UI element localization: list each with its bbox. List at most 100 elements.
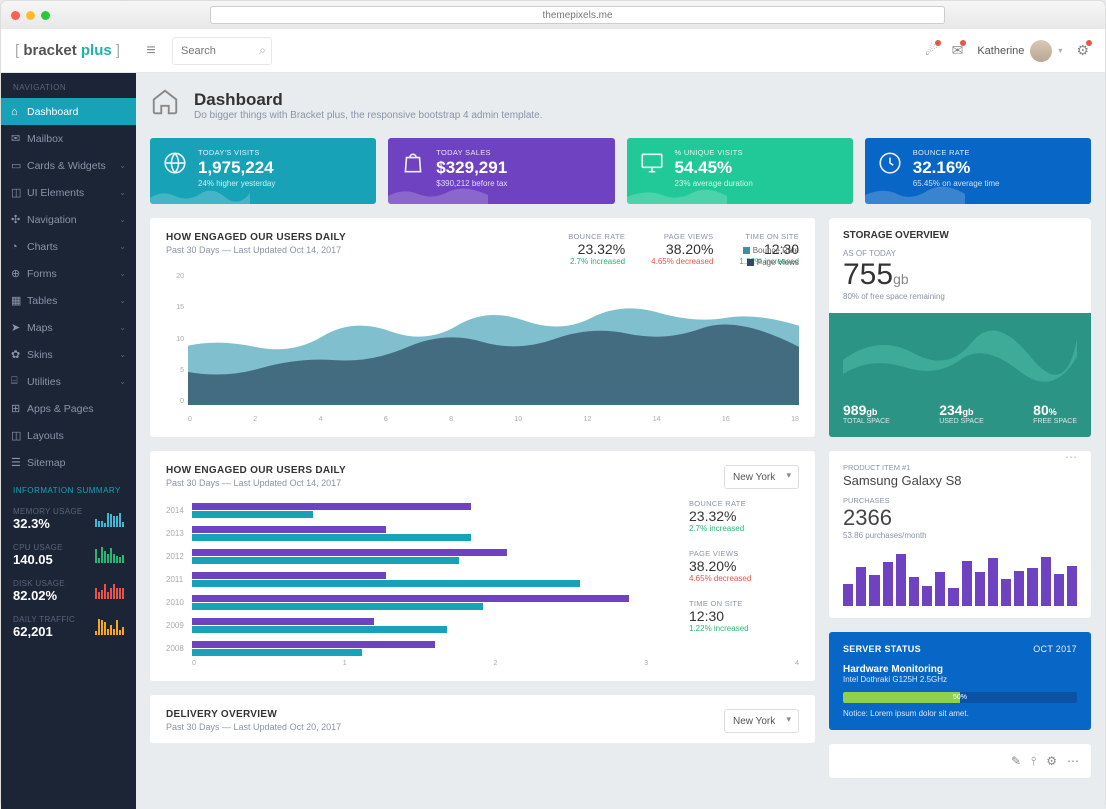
nav-icon: ⊕: [11, 267, 27, 280]
sidebar-section-info: INFORMATION SUMMARY: [1, 476, 136, 501]
nav-icon: ➤: [11, 321, 27, 334]
sidebar-item-forms[interactable]: ⊕Forms⌄: [1, 260, 136, 287]
info-disk-usage: DISK USAGE82.02%: [1, 573, 136, 609]
sidebar-item-cards-widgets[interactable]: ▭Cards & Widgets⌄: [1, 152, 136, 179]
mini-stat: TIME ON SITE12:301.22% increased: [689, 599, 799, 633]
sidebar-item-skins[interactable]: ✿Skins⌄: [1, 341, 136, 368]
settings-icon[interactable]: ⚙: [1076, 42, 1089, 59]
search-icon[interactable]: ⌕: [259, 43, 266, 58]
card-product: PRODUCT ITEM #1 ⋯ Samsung Galaxy S8 PURC…: [829, 451, 1091, 618]
stat-bounce[interactable]: BOUNCE RATE32.16%65.45% on average time: [865, 138, 1091, 204]
mini-stat: PAGE VIEWS38.20%4.65% decreased: [689, 549, 799, 583]
hbar-row: 2011: [166, 568, 677, 591]
stat-sales[interactable]: TODAY SALES$329,291$390,212 before tax: [388, 138, 614, 204]
card-engagement-hbar: HOW ENGAGED OUR USERS DAILY Past 30 Days…: [150, 451, 815, 681]
sidebar-item-navigation[interactable]: ✣Navigation⌄: [1, 206, 136, 233]
storage-metric: 80%FREE SPACE: [1033, 402, 1077, 425]
sidebar: NAVIGATION ⌂Dashboard✉Mailbox▭Cards & Wi…: [1, 73, 136, 809]
nav-icon: ✣: [11, 213, 27, 226]
avatar: [1030, 40, 1052, 62]
nav-icon: ☰: [11, 456, 27, 469]
nav-icon: ✿: [11, 348, 27, 361]
info-daily-traffic: DAILY TRAFFIC62,201: [1, 609, 136, 645]
chevron-down-icon: ⌄: [119, 350, 126, 359]
chevron-down-icon: ▾: [1058, 46, 1062, 55]
storage-metric: 989gbTOTAL SPACE: [843, 402, 890, 425]
nav-icon: ▦: [11, 294, 27, 307]
info-memory-usage: MEMORY USAGE32.3%: [1, 501, 136, 537]
hbar-row: 2008: [166, 637, 677, 660]
topbar: [ bracket plus ] ≡ ⌕ ☄ ✉ Katherine ▾ ⚙: [1, 29, 1105, 73]
menu-toggle-icon[interactable]: ≡: [136, 42, 166, 60]
sidebar-section-nav: NAVIGATION: [1, 73, 136, 98]
hbar-row: 2009: [166, 614, 677, 637]
chevron-down-icon: ⌄: [119, 296, 126, 305]
edit-icon[interactable]: ✎: [1011, 754, 1021, 768]
search-input[interactable]: [172, 37, 272, 65]
nav-icon: ✉: [11, 132, 27, 145]
more-icon[interactable]: ⋯: [1067, 754, 1079, 768]
stat-cards-row: TODAY'S VISITS1,975,22424% higher yester…: [150, 138, 1091, 204]
chevron-down-icon: ⌄: [119, 323, 126, 332]
sidebar-item-utilities[interactable]: ⌸Utilities⌄: [1, 368, 136, 395]
card-storage: STORAGE OVERVIEW AS OF TODAY 755gb 80% o…: [829, 218, 1091, 437]
hbar-row: 2013: [166, 522, 677, 545]
page-title: Dashboard: [194, 90, 543, 110]
chevron-down-icon: ⌄: [119, 377, 126, 386]
chevron-down-icon: ⌄: [119, 215, 126, 224]
more-icon[interactable]: ⋯: [1065, 450, 1077, 464]
chevron-down-icon: ⌄: [119, 161, 126, 170]
page-header: Dashboard Do bigger things with Bracket …: [150, 87, 1091, 124]
sidebar-item-sitemap[interactable]: ☰Sitemap: [1, 449, 136, 476]
area-chart: 20151050 024681012141618: [166, 273, 799, 423]
delivery-city-select[interactable]: New York: [724, 709, 799, 733]
sidebar-item-dashboard[interactable]: ⌂Dashboard: [1, 98, 136, 125]
home-icon: [150, 87, 180, 124]
search-input-wrap: ⌕: [172, 37, 272, 65]
sidebar-item-layouts[interactable]: ◫Layouts: [1, 422, 136, 449]
mini-stat: BOUNCE RATE23.32%2.7% increased: [689, 499, 799, 533]
progress-bar: 50%: [843, 692, 1077, 703]
chart-icon[interactable]: ⫯: [1031, 754, 1036, 769]
user-menu[interactable]: Katherine ▾: [977, 40, 1062, 62]
brand-logo[interactable]: [ bracket plus ]: [1, 42, 136, 59]
hbar-row: 2014: [166, 499, 677, 522]
sidebar-item-maps[interactable]: ➤Maps⌄: [1, 314, 136, 341]
sidebar-item-tables[interactable]: ▦Tables⌄: [1, 287, 136, 314]
storage-metric: 234gbUSED SPACE: [939, 402, 984, 425]
nav-icon: ⊞: [11, 402, 27, 415]
nav-icon: ⌂: [11, 106, 27, 118]
window-controls[interactable]: [11, 11, 50, 20]
stat-unique[interactable]: % UNIQUE VISITS54.45%23% average duratio…: [627, 138, 853, 204]
purchases-bar-chart: [843, 550, 1077, 606]
nav-icon: ◔: [11, 241, 27, 253]
mini-stat: PAGE VIEWS38.20%4.65% decreased: [651, 232, 713, 266]
sidebar-item-charts[interactable]: ◔Charts⌄: [1, 233, 136, 260]
card-engagement-area: HOW ENGAGED OUR USERS DAILY Past 30 Days…: [150, 218, 815, 437]
nav-icon: ⌸: [11, 375, 27, 388]
chevron-down-icon: ⌄: [119, 269, 126, 278]
hbar-row: 2012: [166, 545, 677, 568]
sidebar-item-ui-elements[interactable]: ◫UI Elements⌄: [1, 179, 136, 206]
address-bar[interactable]: themepixels.me: [210, 6, 945, 24]
stat-visits[interactable]: TODAY'S VISITS1,975,22424% higher yester…: [150, 138, 376, 204]
hbar-row: 2010: [166, 591, 677, 614]
main-content: Dashboard Do bigger things with Bracket …: [136, 73, 1105, 809]
city-select[interactable]: New York: [724, 465, 799, 489]
sidebar-item-mailbox[interactable]: ✉Mailbox: [1, 125, 136, 152]
message-icon[interactable]: ✉: [952, 42, 964, 59]
gear-icon[interactable]: ⚙: [1046, 754, 1057, 768]
card-server-status: SERVER STATUSOCT 2017 Hardware Monitorin…: [829, 632, 1091, 730]
notification-icon[interactable]: ☄: [925, 42, 938, 59]
chevron-down-icon: ⌄: [119, 242, 126, 251]
info-cpu-usage: CPU USAGE140.05: [1, 537, 136, 573]
widget-footer-icons: ✎ ⫯ ⚙ ⋯: [829, 744, 1091, 778]
card-delivery: DELIVERY OVERVIEW Past 30 Days — Last Up…: [150, 695, 815, 743]
topbar-right: ☄ ✉ Katherine ▾ ⚙: [925, 40, 1105, 62]
sidebar-item-apps-pages[interactable]: ⊞Apps & Pages: [1, 395, 136, 422]
user-name: Katherine: [977, 45, 1024, 57]
nav-icon: ◫: [11, 186, 27, 199]
browser-chrome: themepixels.me: [1, 1, 1105, 29]
page-subtitle: Do bigger things with Bracket plus, the …: [194, 110, 543, 121]
chevron-down-icon: ⌄: [119, 188, 126, 197]
